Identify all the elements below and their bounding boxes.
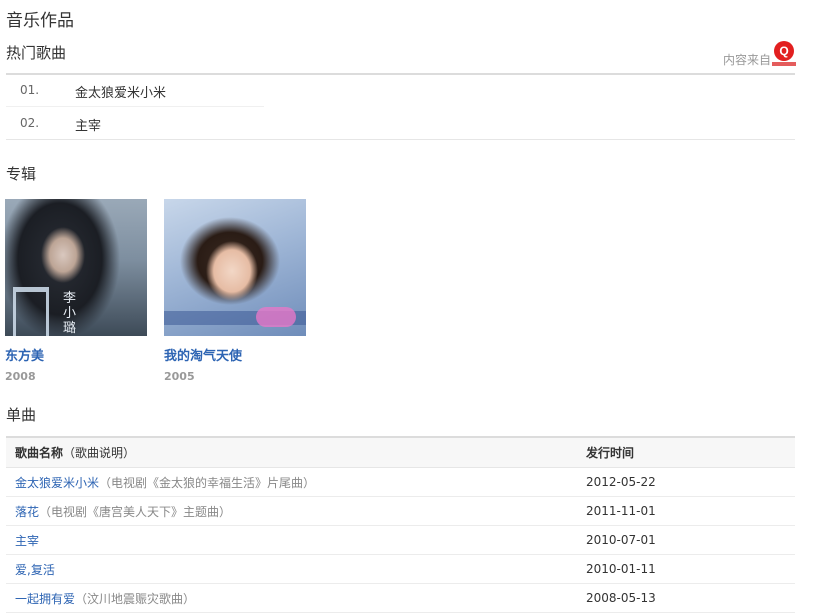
qq-music-logo-icon[interactable]: Q xyxy=(772,41,796,69)
table-row: 一起拥有爱（汶川地震赈灾歌曲） 2008-05-13 xyxy=(6,583,795,613)
album-title[interactable]: 东方美 xyxy=(5,345,147,364)
cover-glyph xyxy=(13,287,49,336)
single-name-link[interactable]: 落花 xyxy=(15,505,39,519)
single-date: 2012-05-22 xyxy=(586,467,795,497)
single-date: 2010-07-01 xyxy=(586,525,795,555)
singles-header-row: 歌曲名称（歌曲说明） 发行时间 xyxy=(6,436,795,468)
singles-table: 歌曲名称（歌曲说明） 发行时间 金太狼爱米小米（电视剧《金太狼的幸福生活》片尾曲… xyxy=(6,436,795,613)
column-header-song: 歌曲名称（歌曲说明） xyxy=(6,436,586,468)
hot-song-name[interactable]: 金太狼爱米小米 xyxy=(75,82,166,101)
album-cover[interactable]: 李小璐 xyxy=(5,199,147,336)
single-description: （电视剧《金太狼的幸福生活》片尾曲） xyxy=(99,475,316,490)
header-song-desc: （歌曲说明） xyxy=(63,446,136,460)
hot-songs-bottom-divider xyxy=(6,139,795,140)
hot-song-number: 02. xyxy=(20,116,40,130)
hot-song-row[interactable]: 02. 主宰 xyxy=(6,107,264,139)
single-name-link[interactable]: 主宰 xyxy=(15,534,39,548)
hot-song-row[interactable]: 01. 金太狼爱米小米 xyxy=(6,74,264,107)
table-row: 爱,复活 2010-01-11 xyxy=(6,554,795,584)
content-source-label: 内容来自 xyxy=(722,53,771,67)
column-header-date: 发行时间 xyxy=(586,436,795,468)
hot-songs-heading: 热门歌曲 xyxy=(6,44,67,62)
albums-heading: 专辑 xyxy=(6,165,37,183)
hot-song-number: 01. xyxy=(20,83,40,97)
cover-artist-text: 李小璐 xyxy=(63,291,77,336)
page-title: 音乐作品 xyxy=(6,11,74,31)
cover-decoration xyxy=(256,307,296,327)
single-date: 2008-05-13 xyxy=(586,583,795,613)
album-year: 2008 xyxy=(5,370,36,383)
table-row: 主宰 2010-07-01 xyxy=(6,525,795,555)
album-title[interactable]: 我的淘气天使 xyxy=(164,345,306,364)
single-name-link[interactable]: 金太狼爱米小米 xyxy=(15,476,99,490)
album-card[interactable]: 李小璐 东方美 2008 xyxy=(5,199,147,383)
album-cover[interactable] xyxy=(164,199,306,336)
single-date: 2010-01-11 xyxy=(586,554,795,584)
single-description: （电视剧《唐宫美人天下》主题曲） xyxy=(39,504,232,519)
table-row: 落花（电视剧《唐宫美人天下》主题曲） 2011-11-01 xyxy=(6,496,795,526)
header-song-name: 歌曲名称 xyxy=(15,446,64,460)
table-row: 金太狼爱米小米（电视剧《金太狼的幸福生活》片尾曲） 2012-05-22 xyxy=(6,467,795,497)
single-description: （汶川地震赈灾歌曲） xyxy=(75,591,196,606)
hot-song-name[interactable]: 主宰 xyxy=(75,115,101,134)
singles-heading: 单曲 xyxy=(6,406,37,424)
album-card[interactable]: 我的淘气天使 2005 xyxy=(164,199,306,383)
album-year: 2005 xyxy=(164,370,195,383)
single-date: 2011-11-01 xyxy=(586,496,795,526)
single-name-link[interactable]: 一起拥有爱 xyxy=(15,592,75,606)
single-name-link[interactable]: 爱,复活 xyxy=(15,563,55,577)
